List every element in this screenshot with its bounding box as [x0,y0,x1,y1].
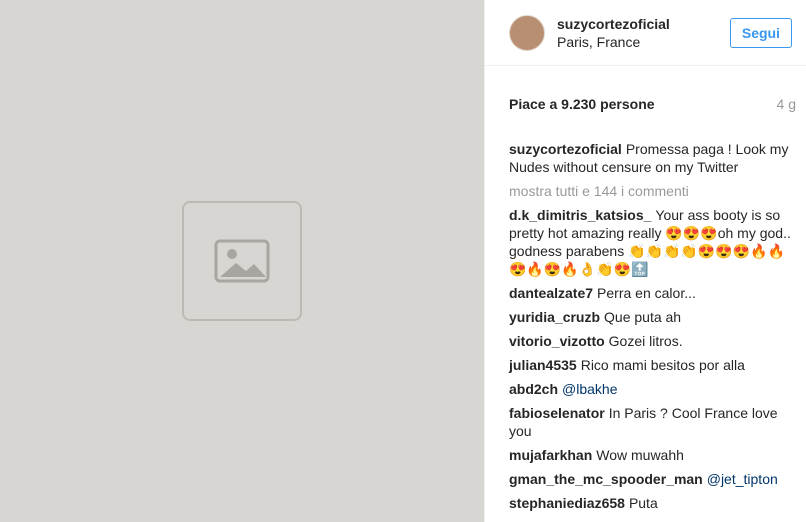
comment: d.k_dimitris_katsios_ Your ass booty is s… [509,206,798,278]
user-info: suzycortezoficial Paris, France [557,15,730,51]
comment-text: Wow muwahh [596,447,684,463]
comment-text[interactable]: @jet_tipton [707,471,778,487]
post-photo [0,0,484,522]
comment-username[interactable]: julian4535 [509,357,577,373]
comments-list: suzycortezoficial Promessa paga ! Look my… [485,118,806,522]
likes-count[interactable]: Piace a 9.230 persone [509,96,655,112]
comment: mujafarkhan Wow muwahh [509,446,798,464]
view-all-comments-link[interactable]: mostra tutti e 144 i commenti [509,182,798,200]
comment: yuridia_cruzb Que puta ah [509,308,798,326]
comment-text: Perra en calor... [597,285,696,301]
comment-username[interactable]: mujafarkhan [509,447,592,463]
comment-text: Rico mami besitos por alla [580,357,745,373]
instagram-post: suzycortezoficial Paris, France Segui Pi… [0,0,806,522]
comment: julian4535 Rico mami besitos por alla [509,356,798,374]
comment-username[interactable]: vitorio_vizotto [509,333,605,349]
comments: d.k_dimitris_katsios_ Your ass booty is s… [509,206,798,512]
follow-button[interactable]: Segui [729,17,792,48]
comment-username[interactable]: fabioselenator [509,405,605,421]
caption: suzycortezoficial Promessa paga ! Look my… [509,140,798,176]
post-header: suzycortezoficial Paris, France Segui [485,0,806,66]
caption-username[interactable]: suzycortezoficial [509,141,622,157]
comment: dantealzate7 Perra en calor... [509,284,798,302]
comment-username[interactable]: yuridia_cruzb [509,309,600,325]
comment-text[interactable]: @lbakhe [562,381,617,397]
avatar[interactable] [509,14,545,51]
comment-username[interactable]: stephaniediaz658 [509,495,625,511]
likes-row: Piace a 9.230 persone 4 g [485,66,806,118]
comment-username[interactable]: d.k_dimitris_katsios_ [509,207,651,223]
comment-text: Gozei litros. [608,333,683,349]
comment-username[interactable]: gman_the_mc_spooder_man [509,471,703,487]
username[interactable]: suzycortezoficial [557,15,730,33]
comment: stephaniediaz658 Puta [509,494,798,512]
comment-text: Puta [628,495,658,511]
post-time[interactable]: 4 g [777,96,796,112]
image-placeholder-icon [182,201,302,321]
comment-text: Que puta ah [604,309,682,325]
post-sidebar: suzycortezoficial Paris, France Segui Pi… [484,0,806,522]
comment: abd2ch @lbakhe [509,380,798,398]
comment: fabioselenator In Paris ? Cool France lov… [509,404,798,440]
comment-username[interactable]: dantealzate7 [509,285,593,301]
comment: gman_the_mc_spooder_man @jet_tipton [509,470,798,488]
location[interactable]: Paris, France [557,33,730,51]
comment: vitorio_vizotto Gozei litros. [509,332,798,350]
comment-username[interactable]: abd2ch [509,381,558,397]
